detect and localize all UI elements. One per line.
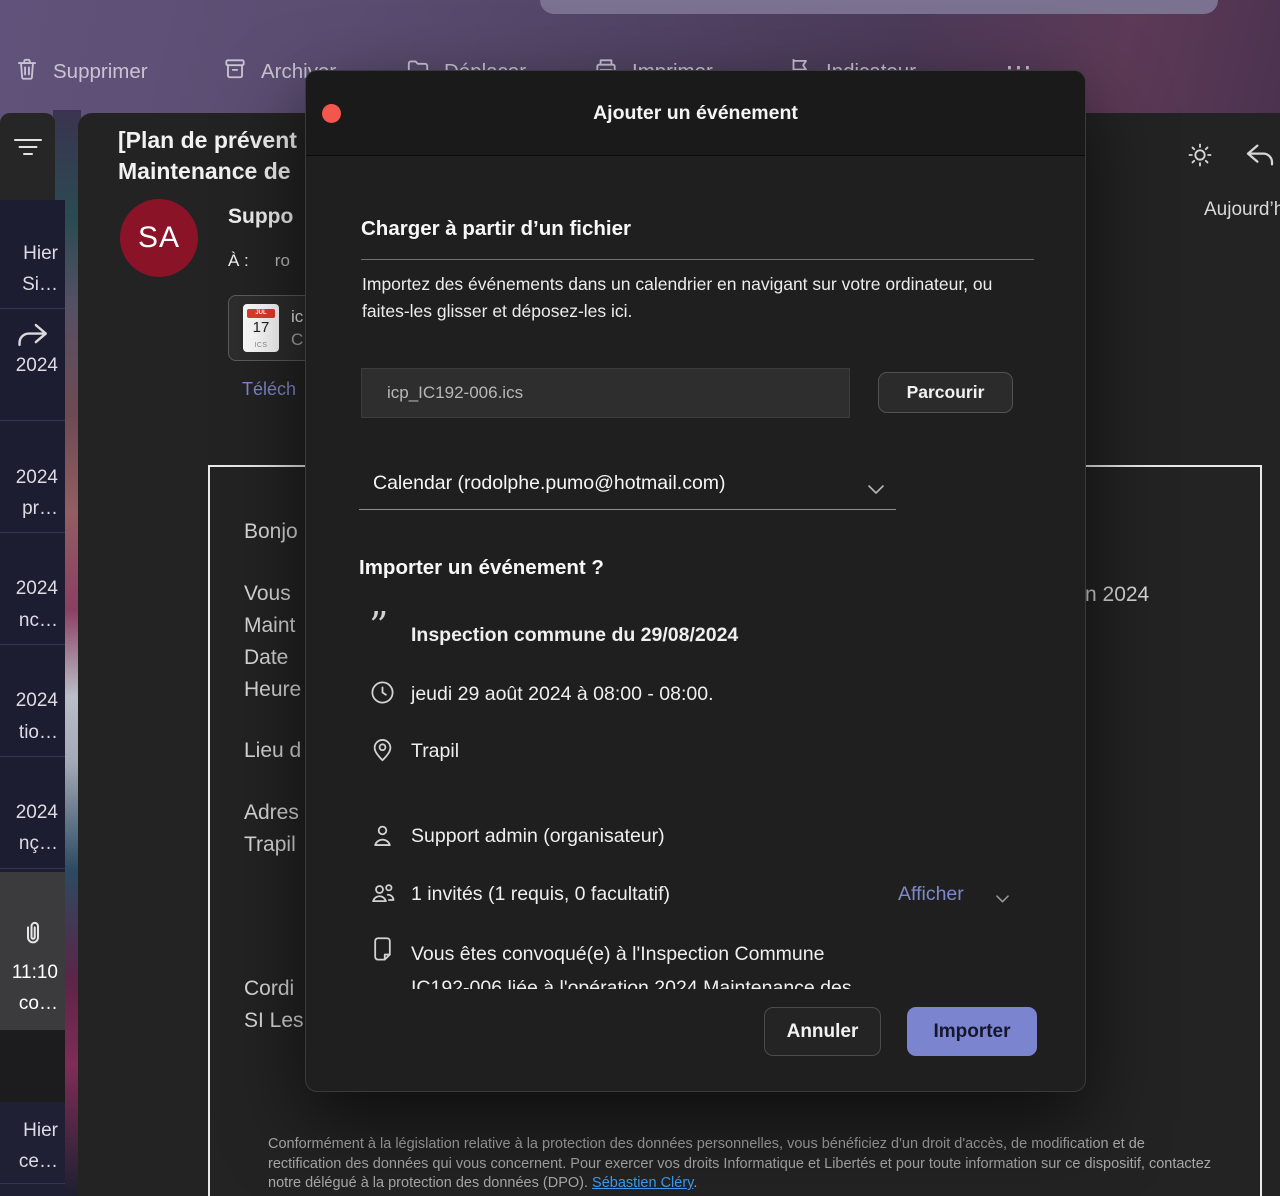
list-divider [0, 420, 65, 421]
today-label: Aujourd’h [1204, 199, 1280, 221]
list-divider [0, 308, 65, 309]
select-underline [359, 509, 896, 510]
body-fragment: Date [244, 646, 288, 670]
calendar-file-icon: JUL 17 ICS [243, 304, 279, 352]
list-divider [0, 532, 65, 533]
event-invitees: 1 invités (1 requis, 0 facultatif) [411, 883, 670, 906]
forward-arrow-icon [16, 322, 50, 354]
event-location: Trapil [411, 740, 459, 763]
people-icon [369, 879, 397, 912]
dialog-title: Ajouter un événement [306, 71, 1085, 156]
load-from-file-heading: Charger à partir d’un fichier [361, 217, 631, 241]
sender-name: Suppo [228, 205, 293, 229]
show-chevron-down-icon[interactable] [993, 889, 1012, 913]
import-description: Importez des événements dans un calendri… [362, 271, 1007, 325]
to-value: ro [275, 251, 290, 271]
download-link[interactable]: Téléch [242, 379, 296, 400]
dpo-link[interactable]: Sébastien Cléry [592, 1175, 693, 1191]
event-title: Inspection commune du 29/08/2024 [411, 624, 738, 647]
event-datetime: jeudi 29 août 2024 à 08:00 - 08:00. [411, 683, 714, 706]
close-icon[interactable] [322, 104, 341, 123]
section-divider [361, 259, 1034, 260]
body-fragment: Vous [244, 582, 291, 606]
recipient-row: À : ro [228, 251, 290, 271]
event-message: Vous êtes convoqué(e) à l'Inspection Com… [411, 937, 991, 989]
list-item[interactable]: Hier [23, 243, 58, 265]
calendar-select[interactable]: Calendar (rodolphe.pumo@hotmail.com) [373, 472, 726, 495]
delete-label: Supprimer [53, 60, 148, 84]
body-fragment-right: n 2024 [1085, 583, 1149, 607]
cancel-button[interactable]: Annuler [764, 1007, 881, 1056]
delete-button[interactable]: Supprimer [14, 56, 148, 88]
dialog-titlebar: Ajouter un événement [306, 71, 1085, 156]
privacy-footer: Conformément à la législation relative à… [268, 1135, 1213, 1194]
list-item[interactable]: nç… [19, 833, 58, 855]
import-button[interactable]: Importer [907, 1007, 1037, 1056]
body-fragment: Maint [244, 614, 295, 638]
import-event-heading: Importer un événement ? [359, 556, 604, 580]
list-item[interactable]: ce… [19, 1151, 58, 1173]
mail-list-header [0, 113, 55, 200]
list-item-selected[interactable]: 11:10 [12, 962, 58, 984]
body-fragment: Cordi [244, 977, 294, 1001]
show-invitees-link[interactable]: Afficher [898, 883, 964, 906]
list-divider [0, 644, 65, 645]
list-item[interactable]: 2024 [16, 578, 58, 600]
list-item[interactable]: nc… [19, 610, 58, 632]
event-organizer: Support admin (organisateur) [411, 825, 665, 848]
clock-icon [369, 679, 396, 711]
paperclip-icon [18, 918, 48, 954]
list-divider [0, 1183, 65, 1184]
app-root: Supprimer Archiver Déplacer Imprimer Ind… [0, 0, 1280, 1196]
attachment-name: ic C [291, 305, 303, 351]
list-item[interactable]: Hier [23, 1120, 58, 1142]
body-fragment: SI Les [244, 1009, 304, 1033]
list-item[interactable]: 2024 [16, 690, 58, 712]
list-divider [0, 868, 65, 869]
note-icon [369, 935, 396, 969]
email-list: Hier Si… 2024 2024 pr… 2024 nc… 2024 tio… [0, 200, 65, 1196]
avatar: SA [120, 199, 198, 277]
list-item[interactable]: Si… [22, 274, 58, 296]
file-name-field[interactable]: icp_IC192-006.ics [361, 368, 850, 418]
list-item[interactable]: 2024 [16, 802, 58, 824]
reply-icon[interactable] [1244, 141, 1276, 174]
to-label: À : [228, 251, 249, 271]
sun-icon[interactable] [1186, 141, 1214, 174]
select-chevron-down-icon[interactable] [864, 477, 888, 506]
quote-icon: ” [369, 611, 388, 641]
search-bar[interactable] [540, 0, 1218, 14]
body-fragment: Trapil [244, 833, 296, 857]
email-list-tail-bg [0, 1102, 65, 1196]
archive-icon [222, 55, 248, 89]
list-item-selected[interactable]: co… [19, 993, 58, 1015]
browse-button[interactable]: Parcourir [878, 372, 1013, 413]
body-fragment: Heure [244, 678, 301, 702]
trash-icon [14, 55, 40, 89]
body-fragment: Bonjo [244, 520, 298, 544]
location-pin-icon [369, 735, 396, 769]
list-item[interactable]: 2024 [16, 467, 58, 489]
body-fragment: Lieu d [244, 739, 301, 763]
list-item[interactable]: pr… [22, 498, 58, 520]
person-icon [369, 821, 396, 855]
list-item[interactable]: tio… [19, 722, 58, 744]
list-divider [0, 756, 65, 757]
list-item[interactable]: 2024 [16, 355, 58, 377]
body-fragment: Adres [244, 801, 299, 825]
add-event-dialog: Ajouter un événement Charger à partir d’… [305, 70, 1086, 1092]
